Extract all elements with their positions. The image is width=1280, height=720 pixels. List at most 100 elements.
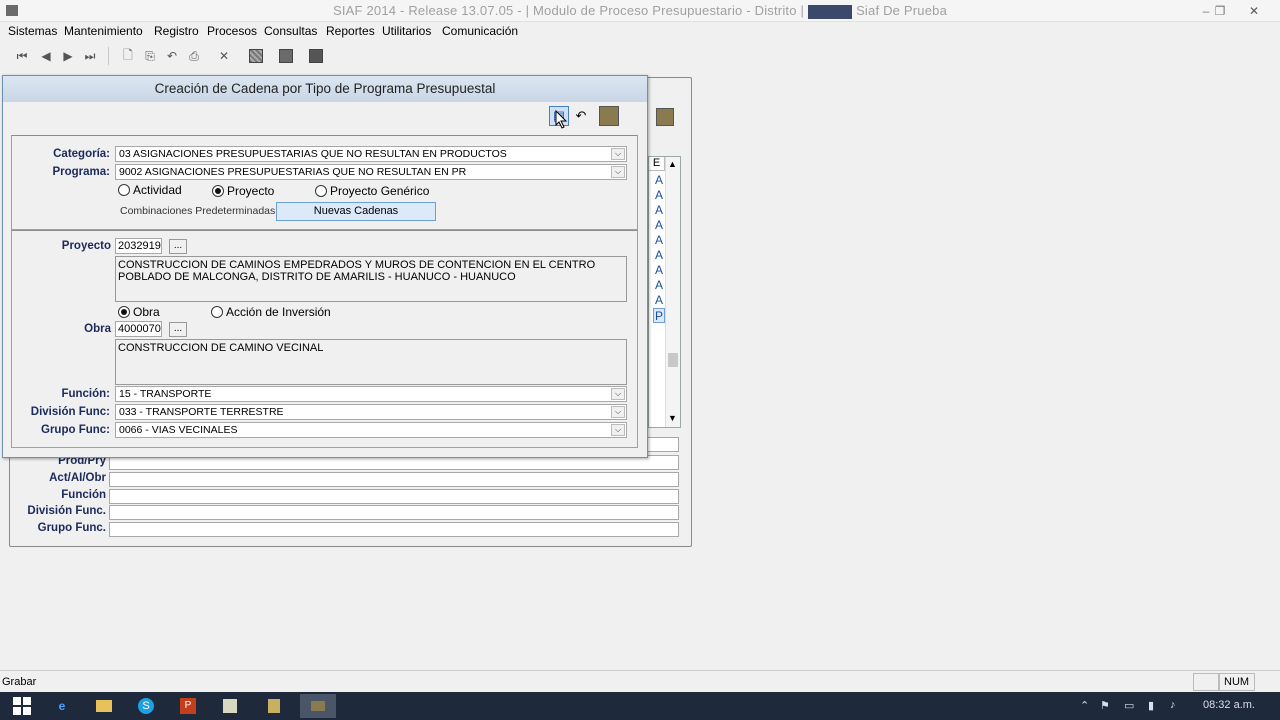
list-item[interactable]: A [653,278,665,293]
clock[interactable]: 08:32 a.m. [1203,699,1255,711]
title-bar: SIAF 2014 - Release 13.07.05 - | Modulo … [0,0,1280,22]
menu-sistemas[interactable]: Sistemas [8,24,57,38]
list-item[interactable]: A [653,203,665,218]
chevron-down-icon[interactable]: ⌵ [611,406,625,418]
scroll-up-icon[interactable]: ▲ [668,159,677,169]
menu-mantenimiento[interactable]: Mantenimiento [64,24,143,38]
first-record-icon[interactable]: ⏮ [12,46,32,66]
chevron-down-icon[interactable]: ⌵ [611,424,625,436]
num-indicator: NUM [1219,673,1255,691]
list-item[interactable]: A [653,293,665,308]
dialog-title: Creación de Cadena por Tipo de Programa … [3,76,647,102]
scroll-down-icon[interactable]: ▼ [668,413,677,423]
obra-search-button[interactable]: ... [169,322,187,337]
list-item-selected[interactable]: P [653,308,665,323]
status-bar: Grabar NUM [0,670,1280,692]
status-pane [1193,673,1219,691]
scroll-thumb[interactable] [668,353,678,367]
siaf-app-icon[interactable] [300,694,336,718]
skype-icon[interactable]: S [128,694,164,718]
windows-start-icon[interactable] [4,694,40,718]
combinaciones-label: Combinaciones Predeterminadas [120,205,276,217]
programa-label: Programa: [52,166,110,178]
app-icon-tool[interactable] [256,694,292,718]
background-list: E A A A A A A A A A P ▲ ▼ [648,156,681,428]
tray-arrow-icon[interactable]: ⌃ [1080,699,1089,712]
menu-utilitarios[interactable]: Utilitarios [382,24,431,38]
menu-registro[interactable]: Registro [154,24,199,38]
grid-icon[interactable] [246,46,266,66]
list-item[interactable]: A [653,218,665,233]
categoria-select[interactable]: 03 ASIGNACIONES PRESUPUESTARIAS QUE NO R… [115,146,627,162]
print-icon[interactable]: ⎙ [184,46,204,66]
exit-icon[interactable] [306,46,326,66]
funcion-label: Función: [61,388,110,400]
file-explorer-icon[interactable] [86,694,122,718]
tray-volume-icon[interactable]: ♪ [1170,699,1176,711]
chevron-down-icon[interactable]: ⌵ [611,166,625,178]
list-scrollbar[interactable]: ▲ ▼ [665,157,680,427]
stop-icon[interactable] [276,46,296,66]
nuevas-cadenas-button[interactable]: Nuevas Cadenas [276,202,436,221]
obra-description: CONSTRUCCION DE CAMINO VECINAL [115,339,627,385]
bg-label-funcion: Función [61,489,106,501]
tray-network-icon[interactable]: ▮ [1148,699,1154,712]
toolbar-separator [108,47,109,65]
grupo-label: Grupo Func: [41,424,110,436]
radio-obra[interactable]: Obra [118,305,160,319]
menu-bar: Sistemas Mantenimiento Registro Procesos… [0,22,1280,42]
tray-battery-icon[interactable]: ▭ [1124,699,1134,712]
close-button[interactable]: ✕ [1240,2,1268,20]
new-icon[interactable]: 🗋 [118,46,138,66]
menu-comunicacion[interactable]: Comunicación [442,24,518,38]
maximize-button[interactable]: ❐ [1206,2,1234,20]
list-item[interactable]: A [653,173,665,188]
menu-procesos[interactable]: Procesos [207,24,257,38]
app-icon-pen[interactable] [212,694,248,718]
radio-actividad[interactable]: Actividad [118,183,182,197]
toolbar: ⏮ ◀ ▶ ⏭ 🗋 ⎘ ↶ ⎙ ✕ [0,42,1280,70]
last-record-icon[interactable]: ⏭ [80,46,100,66]
division-select[interactable]: 033 - TRANSPORTE TERRESTRE ⌵ [115,404,627,420]
bg-label-division: División Func. [27,505,106,517]
radio-accion-inversion[interactable]: Acción de Inversión [211,305,331,319]
creation-dialog: Creación de Cadena por Tipo de Programa … [2,75,648,458]
list-item[interactable]: A [653,263,665,278]
background-exit-icon[interactable] [656,108,674,126]
list-item[interactable]: A [653,248,665,263]
funcion-select[interactable]: 15 - TRANSPORTE ⌵ [115,386,627,402]
list-item[interactable]: A [653,188,665,203]
list-item[interactable]: A [653,233,665,248]
bg-field-funcion[interactable] [109,489,679,504]
internet-explorer-icon[interactable]: e [44,694,80,718]
chevron-down-icon[interactable]: ⌵ [611,388,625,400]
bg-label-act-ai-obr: Act/AI/Obr [49,472,106,484]
powerpoint-icon[interactable]: P [170,694,206,718]
radio-circle-selected [118,306,130,318]
menu-consultas[interactable]: Consultas [264,24,317,38]
exit-icon[interactable] [599,106,619,126]
window-title: SIAF 2014 - Release 13.07.05 - | Modulo … [332,3,948,19]
programa-select[interactable]: 9002 ASIGNACIONES PRESUPUESTARIAS QUE NO… [115,164,627,180]
bg-field-act-ai-obr[interactable] [109,472,679,487]
copy-icon[interactable]: ⎘ [140,46,160,66]
radio-proyecto-generico[interactable]: Proyecto Genérico [315,184,429,198]
taskbar: e S P ⌃ ⚑ ▭ ▮ ♪ 08:32 a.m. [0,692,1280,720]
status-text: Grabar [2,676,37,688]
chevron-down-icon[interactable]: ⌵ [611,148,625,160]
proyecto-label: Proyecto [61,240,111,252]
undo-icon[interactable]: ↶ [162,46,182,66]
menu-reportes[interactable]: Reportes [326,24,375,38]
undo-icon[interactable]: ↶ [571,106,591,126]
proyecto-search-button[interactable]: ... [169,239,187,254]
obra-code-input[interactable]: 4000070 [115,321,162,337]
delete-icon[interactable]: ✕ [214,46,234,66]
tray-flag-icon[interactable]: ⚑ [1100,699,1110,712]
bg-field-division[interactable] [109,505,679,520]
grupo-select[interactable]: 0066 - VIAS VECINALES ⌵ [115,422,627,438]
radio-proyecto[interactable]: Proyecto [212,184,274,198]
previous-record-icon[interactable]: ◀ [36,46,56,66]
proyecto-code-input[interactable]: 2032919 [115,238,162,254]
bg-field-grupo[interactable] [109,522,679,537]
next-record-icon[interactable]: ▶ [58,46,78,66]
